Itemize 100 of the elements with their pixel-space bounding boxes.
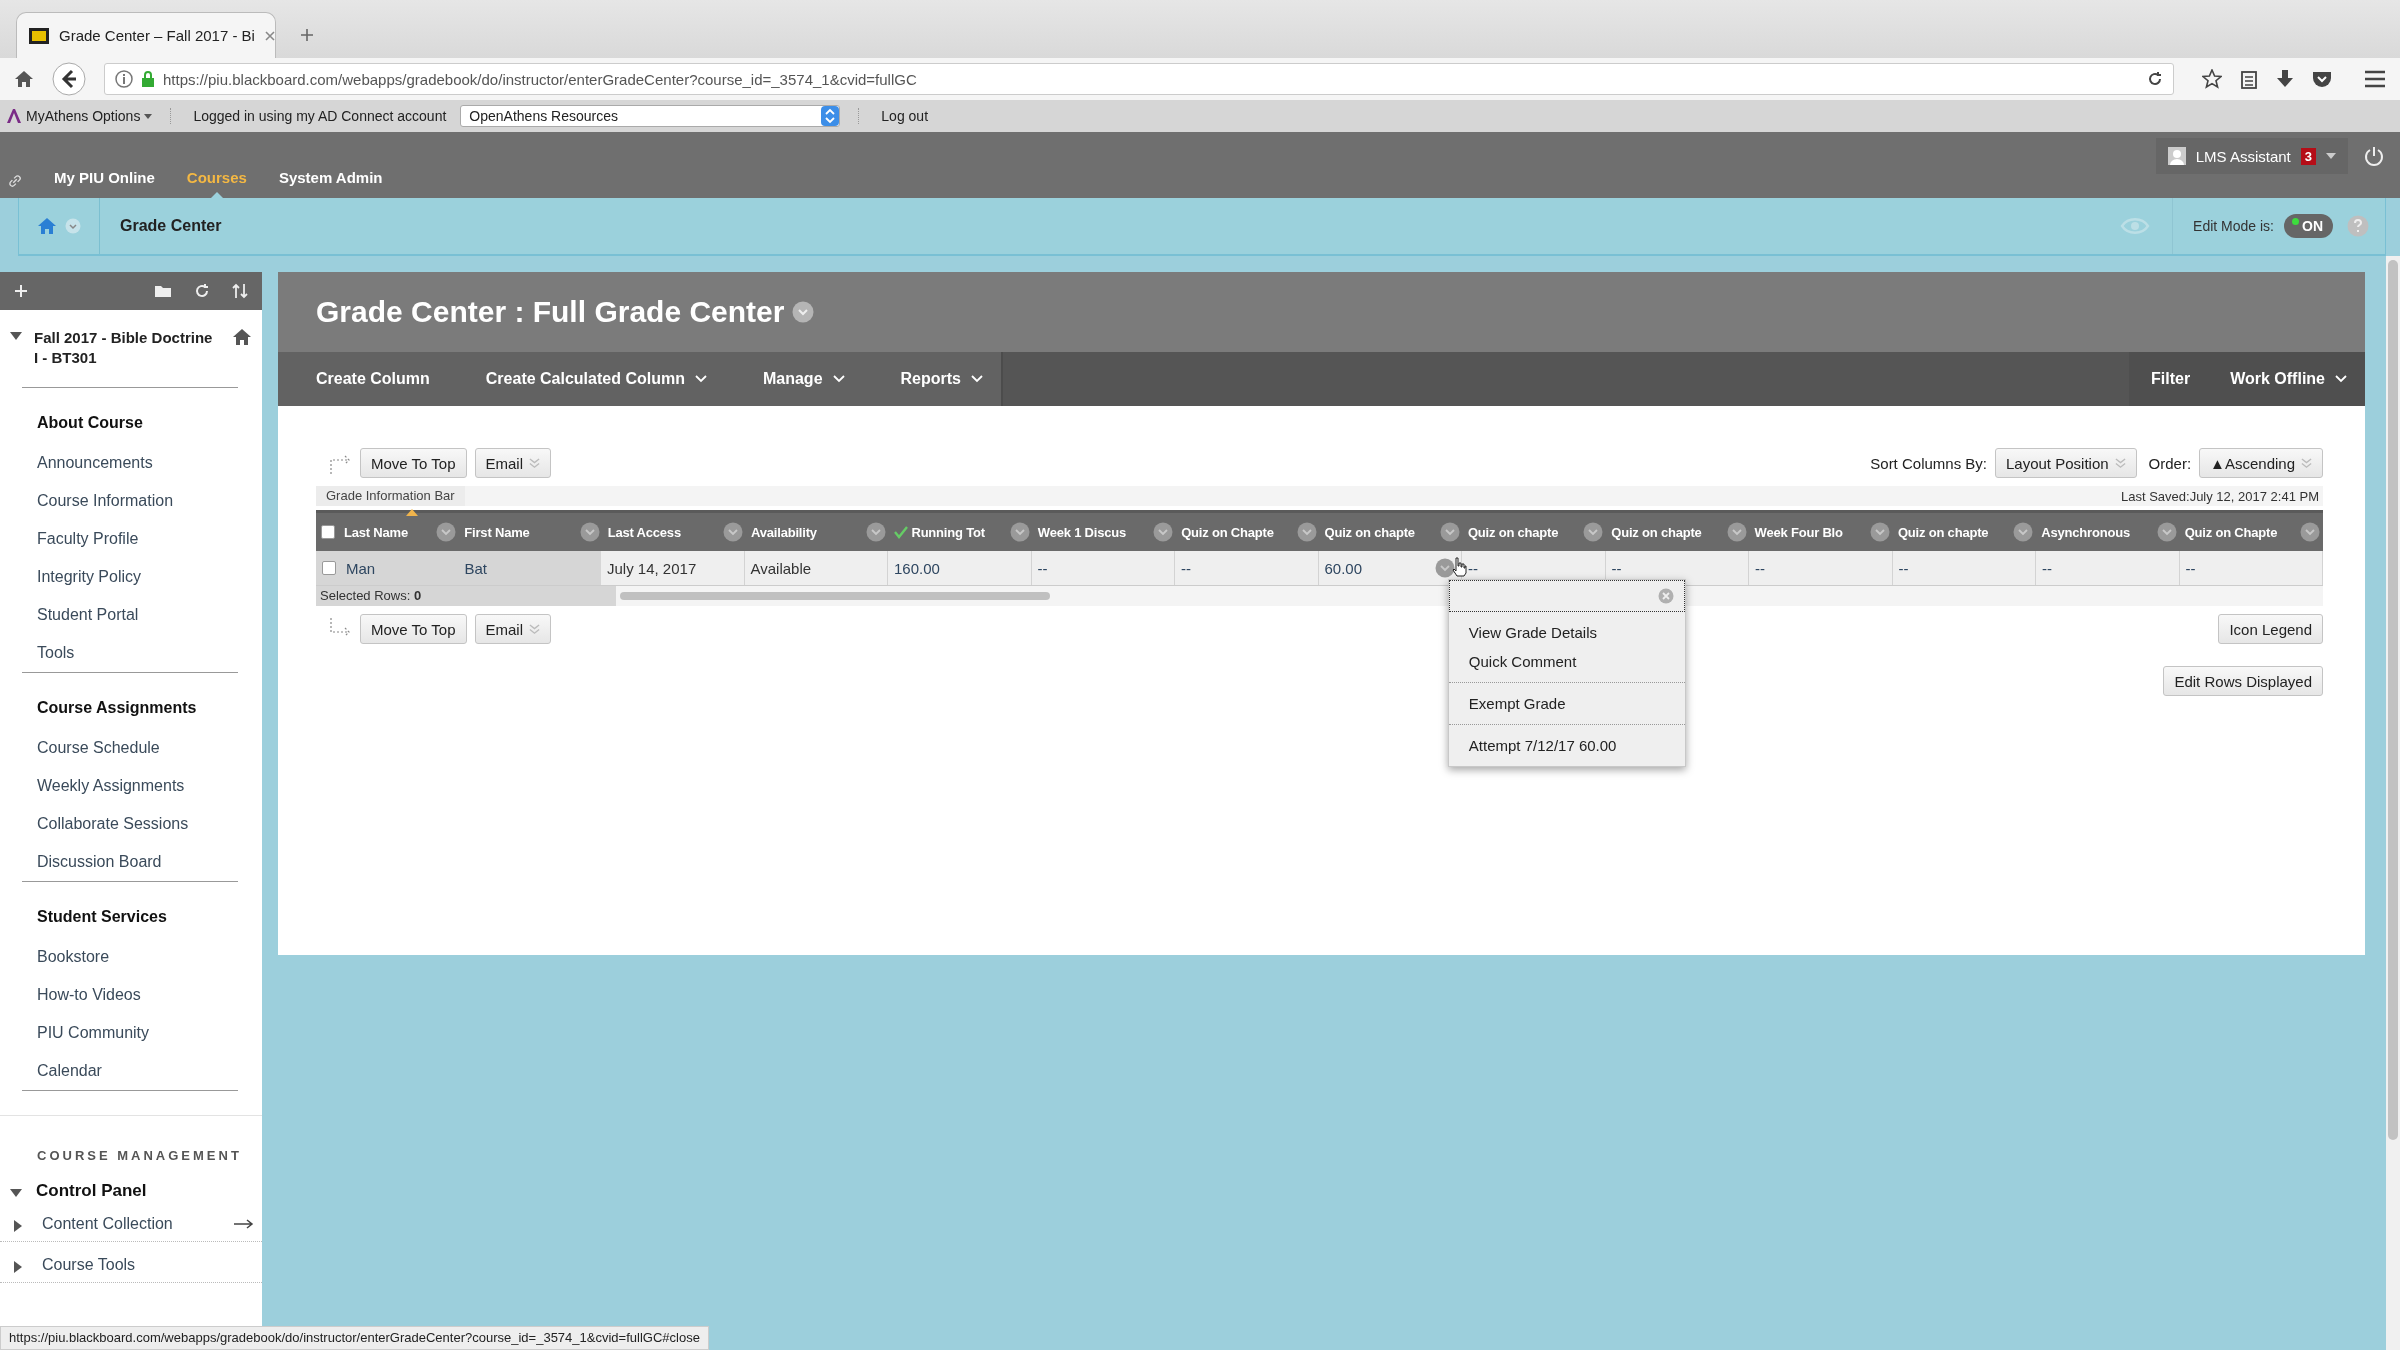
double-chevron-icon — [529, 457, 540, 469]
sidebar-link[interactable]: How-to Videos — [0, 976, 262, 1014]
info-bar-label: Grade Information Bar — [316, 486, 465, 506]
athens-options-menu[interactable]: MyAthens Options — [26, 108, 141, 124]
athens-logo-icon — [6, 108, 22, 124]
logout-link[interactable]: Log out — [858, 108, 929, 124]
action-menu[interactable]: Create Calculated Column — [447, 352, 725, 406]
tab-title: Grade Center – Fall 2017 - Bi — [59, 27, 255, 44]
column-header[interactable]: Week 1 Discus — [1037, 524, 1126, 540]
table-cell: -- — [1037, 559, 1048, 577]
sort-arrows-icon — [232, 283, 248, 299]
action-menu[interactable]: Reports — [862, 352, 1001, 406]
chevron-icon — [694, 375, 707, 383]
refresh-icon — [194, 283, 210, 299]
column-header[interactable]: Quiz on chapte — [1324, 524, 1415, 540]
column-header[interactable]: Availability — [751, 524, 817, 540]
column-header[interactable]: Quiz on Chapte — [2184, 524, 2278, 540]
sidebar-link[interactable]: Discussion Board — [0, 843, 262, 881]
column-header[interactable]: Running Tot — [911, 524, 985, 540]
email-button[interactable]: Email — [474, 614, 551, 644]
table-cell: -- — [2185, 559, 2196, 577]
row-checkbox[interactable] — [322, 561, 336, 575]
pocket-icon — [2312, 70, 2332, 88]
table-cell[interactable]: Bat — [464, 559, 487, 577]
action-menu[interactable]: Filter — [2129, 352, 2209, 406]
table-cell[interactable]: Man — [346, 559, 376, 577]
chevron-circle-icon — [1153, 522, 1174, 542]
sidebar-link[interactable]: Course Information — [0, 482, 262, 520]
column-header[interactable]: Quiz on chapte — [1611, 524, 1702, 540]
sidebar-link[interactable]: Faculty Profile — [0, 520, 262, 558]
column-header[interactable]: Quiz on chapte — [1897, 524, 1989, 540]
column-header[interactable]: Last Access — [607, 524, 681, 540]
home-icon — [14, 70, 34, 88]
column-header[interactable]: Quiz on Chapte — [1181, 524, 1274, 540]
resources-dropdown[interactable]: OpenAthens Resources — [460, 105, 841, 127]
action-menu[interactable]: Create Column — [278, 352, 448, 406]
edit-mode-label: Edit Mode is: — [2172, 198, 2274, 254]
sidebar-link[interactable]: PIU Community — [0, 1014, 262, 1052]
chevron-circle-icon — [579, 522, 600, 542]
chevron-circle-icon — [1296, 522, 1317, 542]
column-header[interactable]: Quiz on chapte — [1467, 524, 1559, 540]
edit-mode-toggle[interactable]: ON — [2284, 214, 2333, 238]
table-cell: 160.00 — [894, 559, 940, 577]
sidebar-link[interactable]: Calendar — [0, 1052, 262, 1090]
chevron-circle-icon — [65, 218, 81, 234]
close-icon — [264, 30, 275, 41]
new-tab-icon — [300, 28, 314, 42]
move-to-top-button[interactable]: Move To Top — [360, 614, 467, 644]
column-header[interactable]: Week Four Blo — [1754, 524, 1843, 540]
download-icon — [2276, 69, 2294, 89]
table-cell: July 14, 2017 — [607, 559, 697, 577]
order-dropdown[interactable]: ▲Ascending — [2199, 448, 2323, 478]
control-panel-toggle[interactable]: Control Panel — [36, 1181, 147, 1201]
column-header[interactable]: First Name — [464, 524, 530, 540]
move-to-top-button[interactable]: Move To Top — [360, 448, 467, 478]
double-chevron-icon — [2301, 457, 2312, 469]
chevron-circle-icon — [2300, 522, 2321, 542]
browser-tab[interactable]: Grade Center – Fall 2017 - Bi — [16, 12, 276, 58]
menu-item[interactable]: View Grade Details — [1448, 618, 1685, 647]
link-icon — [8, 174, 22, 188]
nav-tab[interactable]: My PIU Online — [38, 169, 171, 198]
double-chevron-icon — [529, 623, 540, 635]
chevron-circle-icon — [866, 522, 887, 542]
user-name[interactable]: LMS Assistant — [2195, 147, 2291, 165]
table-cell: -- — [1468, 559, 1478, 577]
column-header[interactable]: Asynchronous — [2041, 524, 2130, 540]
login-status-text: Logged in using my AD Connect account — [170, 108, 447, 124]
sidebar-link[interactable]: Tools — [0, 634, 262, 672]
sort-dropdown[interactable]: Layout Position — [1995, 448, 2137, 478]
course-title[interactable]: Fall 2017 - Bible Doctrine I - BT301 — [34, 328, 220, 367]
address-bar[interactable]: https://piu.blackboard.com/webapps/gradebook/do/instructor/enterGradeCenter?course_id=_3574_1&cvid=fullGC — [104, 63, 2174, 95]
sidebar-link[interactable]: Student Portal — [0, 596, 262, 634]
menu-item[interactable]: Exempt Grade — [1448, 689, 1685, 718]
folder-icon — [154, 284, 172, 298]
last-saved-text: Last Saved:July 12, 2017 2:41 PM — [2121, 488, 2320, 504]
scrollbar-thumb[interactable] — [620, 592, 1050, 600]
sidebar-link[interactable]: Content Collection — [42, 1215, 173, 1233]
edit-rows-button[interactable]: Edit Rows Displayed — [2163, 666, 2323, 696]
notification-badge: 3 — [2300, 147, 2316, 165]
menu-icon — [2364, 70, 2386, 88]
menu-item[interactable]: Quick Comment — [1448, 647, 1685, 676]
action-menu[interactable]: Manage — [724, 352, 863, 406]
scrollbar-thumb[interactable] — [2388, 260, 2398, 1140]
page-title: Grade Center : Full Grade Center — [316, 295, 785, 329]
column-header[interactable]: Last Name — [344, 524, 408, 540]
sidebar-link[interactable]: Weekly Assignments — [0, 767, 262, 805]
menu-item[interactable]: Attempt 7/12/17 60.00 — [1448, 731, 1685, 760]
sidebar-link[interactable]: Course Schedule — [0, 729, 262, 767]
icon-legend-button[interactable]: Icon Legend — [2218, 614, 2323, 644]
help-icon — [2347, 215, 2369, 237]
sidebar-link[interactable]: Integrity Policy — [0, 558, 262, 596]
sidebar-link[interactable]: Announcements — [0, 444, 262, 482]
sidebar-link[interactable]: Course Tools — [42, 1256, 136, 1274]
select-all-checkbox[interactable] — [321, 525, 335, 539]
email-button[interactable]: Email — [474, 448, 551, 478]
sidebar-link[interactable]: Bookstore — [0, 938, 262, 976]
action-menu[interactable]: Work Offline — [2208, 352, 2365, 406]
nav-tab[interactable]: System Admin — [262, 169, 399, 198]
home-icon — [37, 217, 57, 235]
sidebar-link[interactable]: Collaborate Sessions — [0, 805, 262, 843]
